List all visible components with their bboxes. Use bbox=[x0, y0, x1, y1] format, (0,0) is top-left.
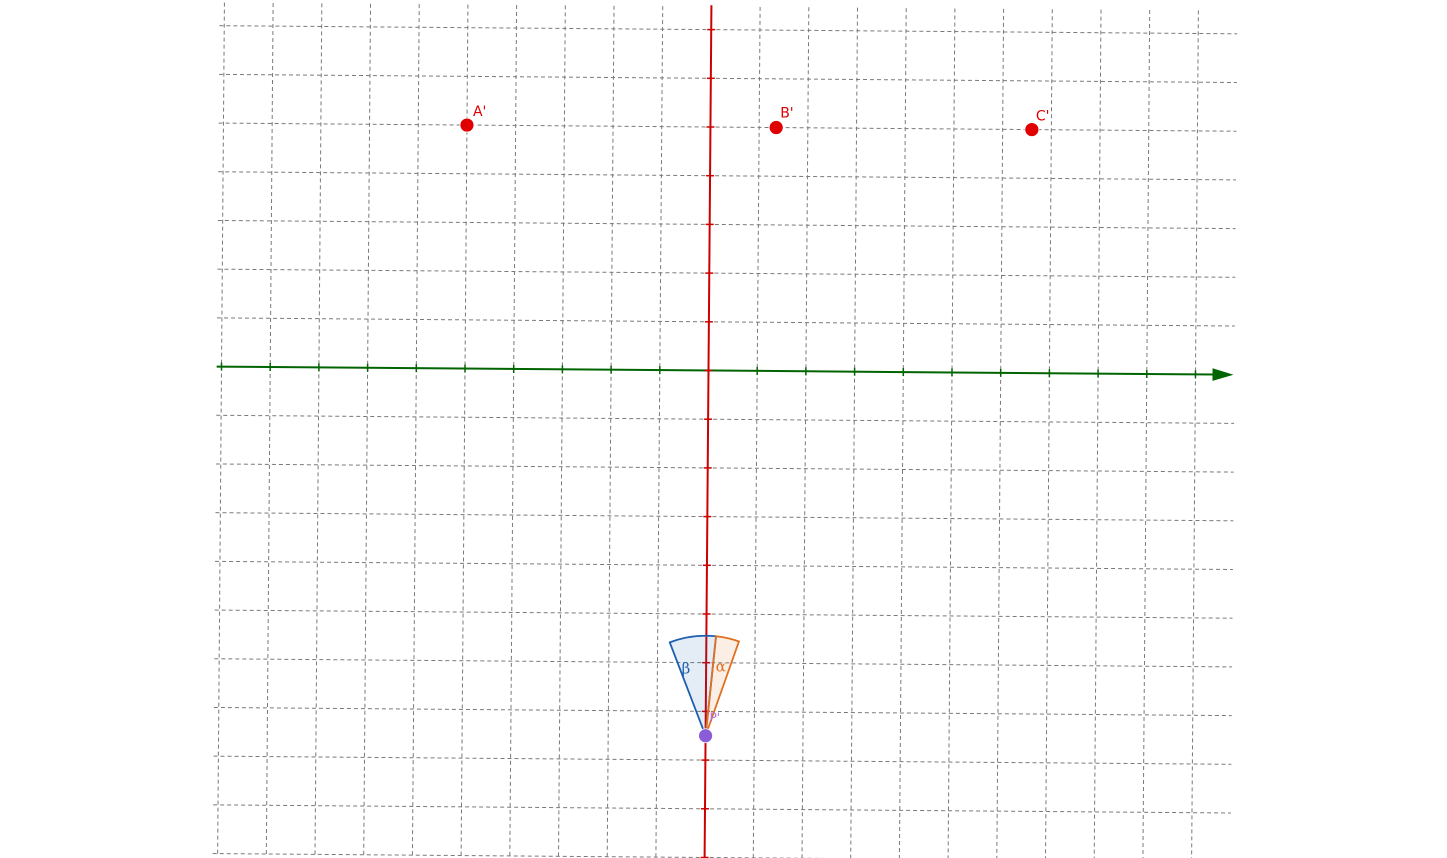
grid-line-horizontal bbox=[213, 755, 1232, 765]
grid-line-horizontal bbox=[213, 804, 1231, 814]
grid-line-horizontal bbox=[215, 512, 1234, 522]
grid-line-horizontal bbox=[214, 609, 1233, 619]
grid-line-vertical bbox=[947, 7, 956, 858]
grid-line-horizontal bbox=[218, 122, 1237, 132]
grid-line-horizontal bbox=[218, 73, 1237, 84]
grid-line-horizontal bbox=[213, 706, 1232, 717]
grid-line-horizontal bbox=[217, 268, 1236, 278]
angle-markers: β α bbox=[668, 634, 741, 737]
angle-alpha-label: α bbox=[716, 658, 726, 676]
grid-line-vertical bbox=[558, 4, 566, 857]
grid-line-vertical bbox=[606, 4, 615, 857]
x-axis bbox=[216, 365, 1215, 376]
grid-line-vertical bbox=[1093, 8, 1102, 858]
grid-line-vertical bbox=[217, 1, 225, 854]
point-b-prime-label: B' bbox=[780, 106, 793, 122]
grid-line-horizontal bbox=[219, 25, 1238, 35]
grid bbox=[212, 1, 1238, 858]
grid-line-vertical bbox=[411, 2, 420, 856]
grid-line-horizontal bbox=[212, 853, 832, 858]
grid-line-horizontal bbox=[215, 463, 1234, 473]
point-p-prime[interactable] bbox=[698, 728, 713, 744]
point-a-prime-label: A' bbox=[473, 104, 486, 120]
grid-line-vertical bbox=[1142, 8, 1151, 858]
grid-line-vertical bbox=[850, 6, 859, 858]
grid-line-vertical bbox=[752, 5, 761, 858]
point-a-prime[interactable] bbox=[459, 117, 475, 133]
grid-line-vertical bbox=[801, 6, 810, 858]
geometry-canvas[interactable]: β α A' B' C' P' bbox=[0, 0, 1447, 858]
point-c-prime[interactable] bbox=[1024, 122, 1040, 137]
grid-line-vertical bbox=[1045, 7, 1053, 858]
point-c-prime-label: C' bbox=[1036, 109, 1050, 125]
point-p-prime-label: P' bbox=[710, 711, 721, 725]
grid-line-horizontal bbox=[216, 414, 1235, 424]
grid-line-horizontal bbox=[218, 171, 1237, 181]
grid-line-vertical bbox=[363, 2, 372, 855]
grid-line-horizontal bbox=[217, 317, 1235, 327]
grid-line-horizontal bbox=[215, 560, 1233, 571]
angle-beta-label: β bbox=[682, 660, 691, 678]
grid-line-vertical bbox=[996, 7, 1005, 858]
grid-line-vertical bbox=[265, 1, 274, 854]
point-b-prime[interactable] bbox=[768, 120, 784, 135]
grid-line-vertical bbox=[655, 4, 664, 858]
grid-line-horizontal bbox=[217, 219, 1236, 230]
grid-line-vertical bbox=[314, 2, 323, 855]
grid-line-vertical bbox=[509, 3, 518, 856]
grid-line-vertical bbox=[898, 6, 907, 858]
x-axis-arrow bbox=[1212, 368, 1234, 381]
grid-line-vertical bbox=[1191, 9, 1199, 858]
